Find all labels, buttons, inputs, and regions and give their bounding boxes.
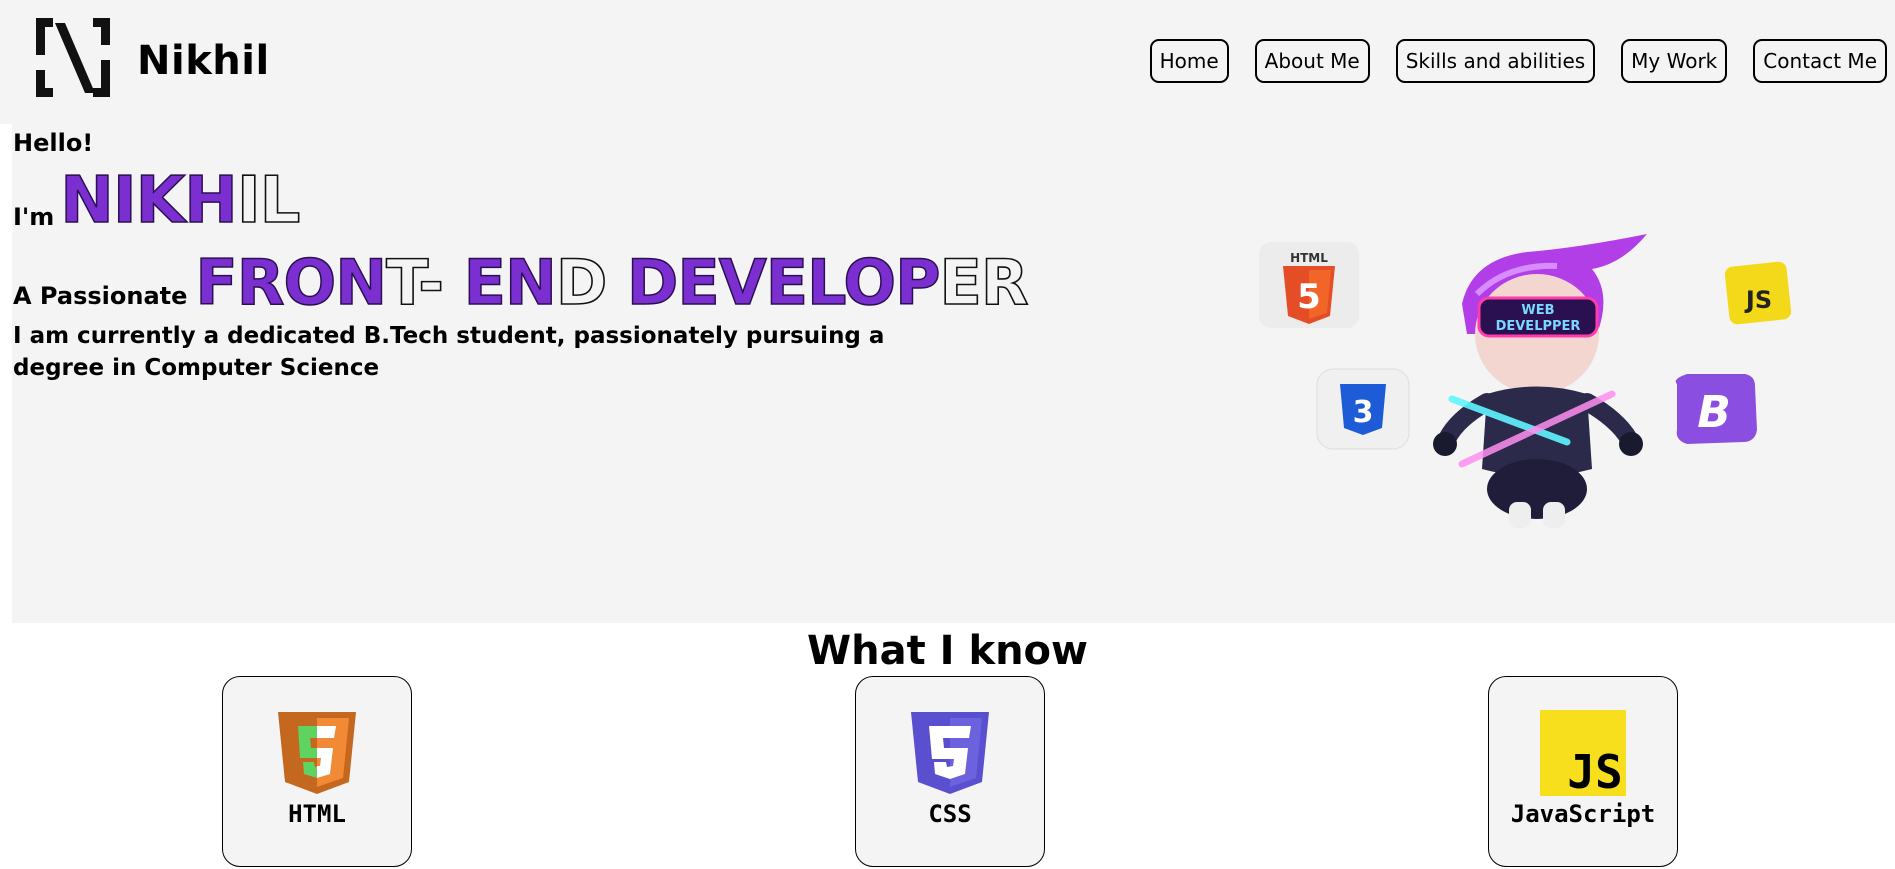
skill-card-javascript[interactable]: JS JavaScript xyxy=(1488,676,1678,867)
css3-badge-icon: 3 xyxy=(1316,368,1410,450)
role-part: EN xyxy=(463,246,558,319)
svg-text:B: B xyxy=(1697,387,1731,438)
hero-name: NIKHIL xyxy=(60,168,302,234)
greeting: Hello! xyxy=(13,129,94,157)
nav-about-button[interactable]: About Me xyxy=(1254,39,1370,83)
role-title: FRONT- END DEVELOPER xyxy=(195,251,1030,315)
hero-section: Hello! I'm NIKHIL A Passionate FRONT- EN… xyxy=(12,124,1895,623)
svg-text:5: 5 xyxy=(1297,277,1321,317)
role-part: FRON xyxy=(195,246,388,319)
svg-text:WEB: WEB xyxy=(1521,303,1554,318)
css3-icon xyxy=(911,712,989,794)
skill-card-html[interactable]: HTML xyxy=(222,676,412,867)
name-outline: IL xyxy=(236,164,301,238)
name-line: I'm NIKHIL xyxy=(13,168,302,234)
skill-label: CSS xyxy=(928,800,972,828)
javascript-icon: JS xyxy=(1540,710,1626,796)
nav-work-button[interactable]: My Work xyxy=(1621,39,1728,83)
skill-card-css[interactable]: CSS xyxy=(855,676,1045,867)
n-logo-icon[interactable] xyxy=(33,15,113,100)
brand-name[interactable]: Nikhil xyxy=(137,38,270,84)
im-prefix: I'm xyxy=(13,203,55,231)
bootstrap-badge-icon: B xyxy=(1675,374,1757,444)
role-part: DEVELOP xyxy=(626,246,941,319)
role-part: D xyxy=(555,246,627,319)
svg-text:JS: JS xyxy=(1567,745,1622,796)
nav-home-button[interactable]: Home xyxy=(1149,39,1229,83)
svg-text:DEVELPPER: DEVELPPER xyxy=(1496,319,1581,334)
name-filled: NIKH xyxy=(60,164,239,238)
svg-text:JS: JS xyxy=(1744,286,1772,314)
main-nav: Home About Me Skills and abilities My Wo… xyxy=(1149,39,1887,83)
html5-icon xyxy=(278,712,356,794)
passionate-prefix: A Passionate xyxy=(13,282,188,310)
site-header: Nikhil Home About Me Skills and abilitie… xyxy=(0,0,1895,124)
role-line: A Passionate FRONT- END DEVELOPER xyxy=(13,251,1030,315)
js-badge-icon: JS xyxy=(1724,261,1792,325)
skill-label: JavaScript xyxy=(1510,800,1656,828)
nav-skills-button[interactable]: Skills and abilities xyxy=(1395,39,1596,83)
nav-contact-button[interactable]: Contact Me xyxy=(1753,39,1887,83)
skill-label: HTML xyxy=(288,800,346,828)
svg-text:3: 3 xyxy=(1353,395,1374,430)
role-part: T- xyxy=(385,246,464,319)
html5-badge-icon: HTML 5 xyxy=(1259,242,1359,328)
developer-illustration: HTML 5 3 JS B WEB DEVELPPER xyxy=(1259,234,1792,528)
role-part: ER xyxy=(939,246,1030,319)
svg-text:HTML: HTML xyxy=(1290,251,1328,265)
hero-description: I am currently a dedicated B.Tech studen… xyxy=(13,323,885,381)
developer-avatar: WEB DEVELPPER xyxy=(1433,234,1647,528)
skills-heading: What I know xyxy=(807,628,1088,674)
